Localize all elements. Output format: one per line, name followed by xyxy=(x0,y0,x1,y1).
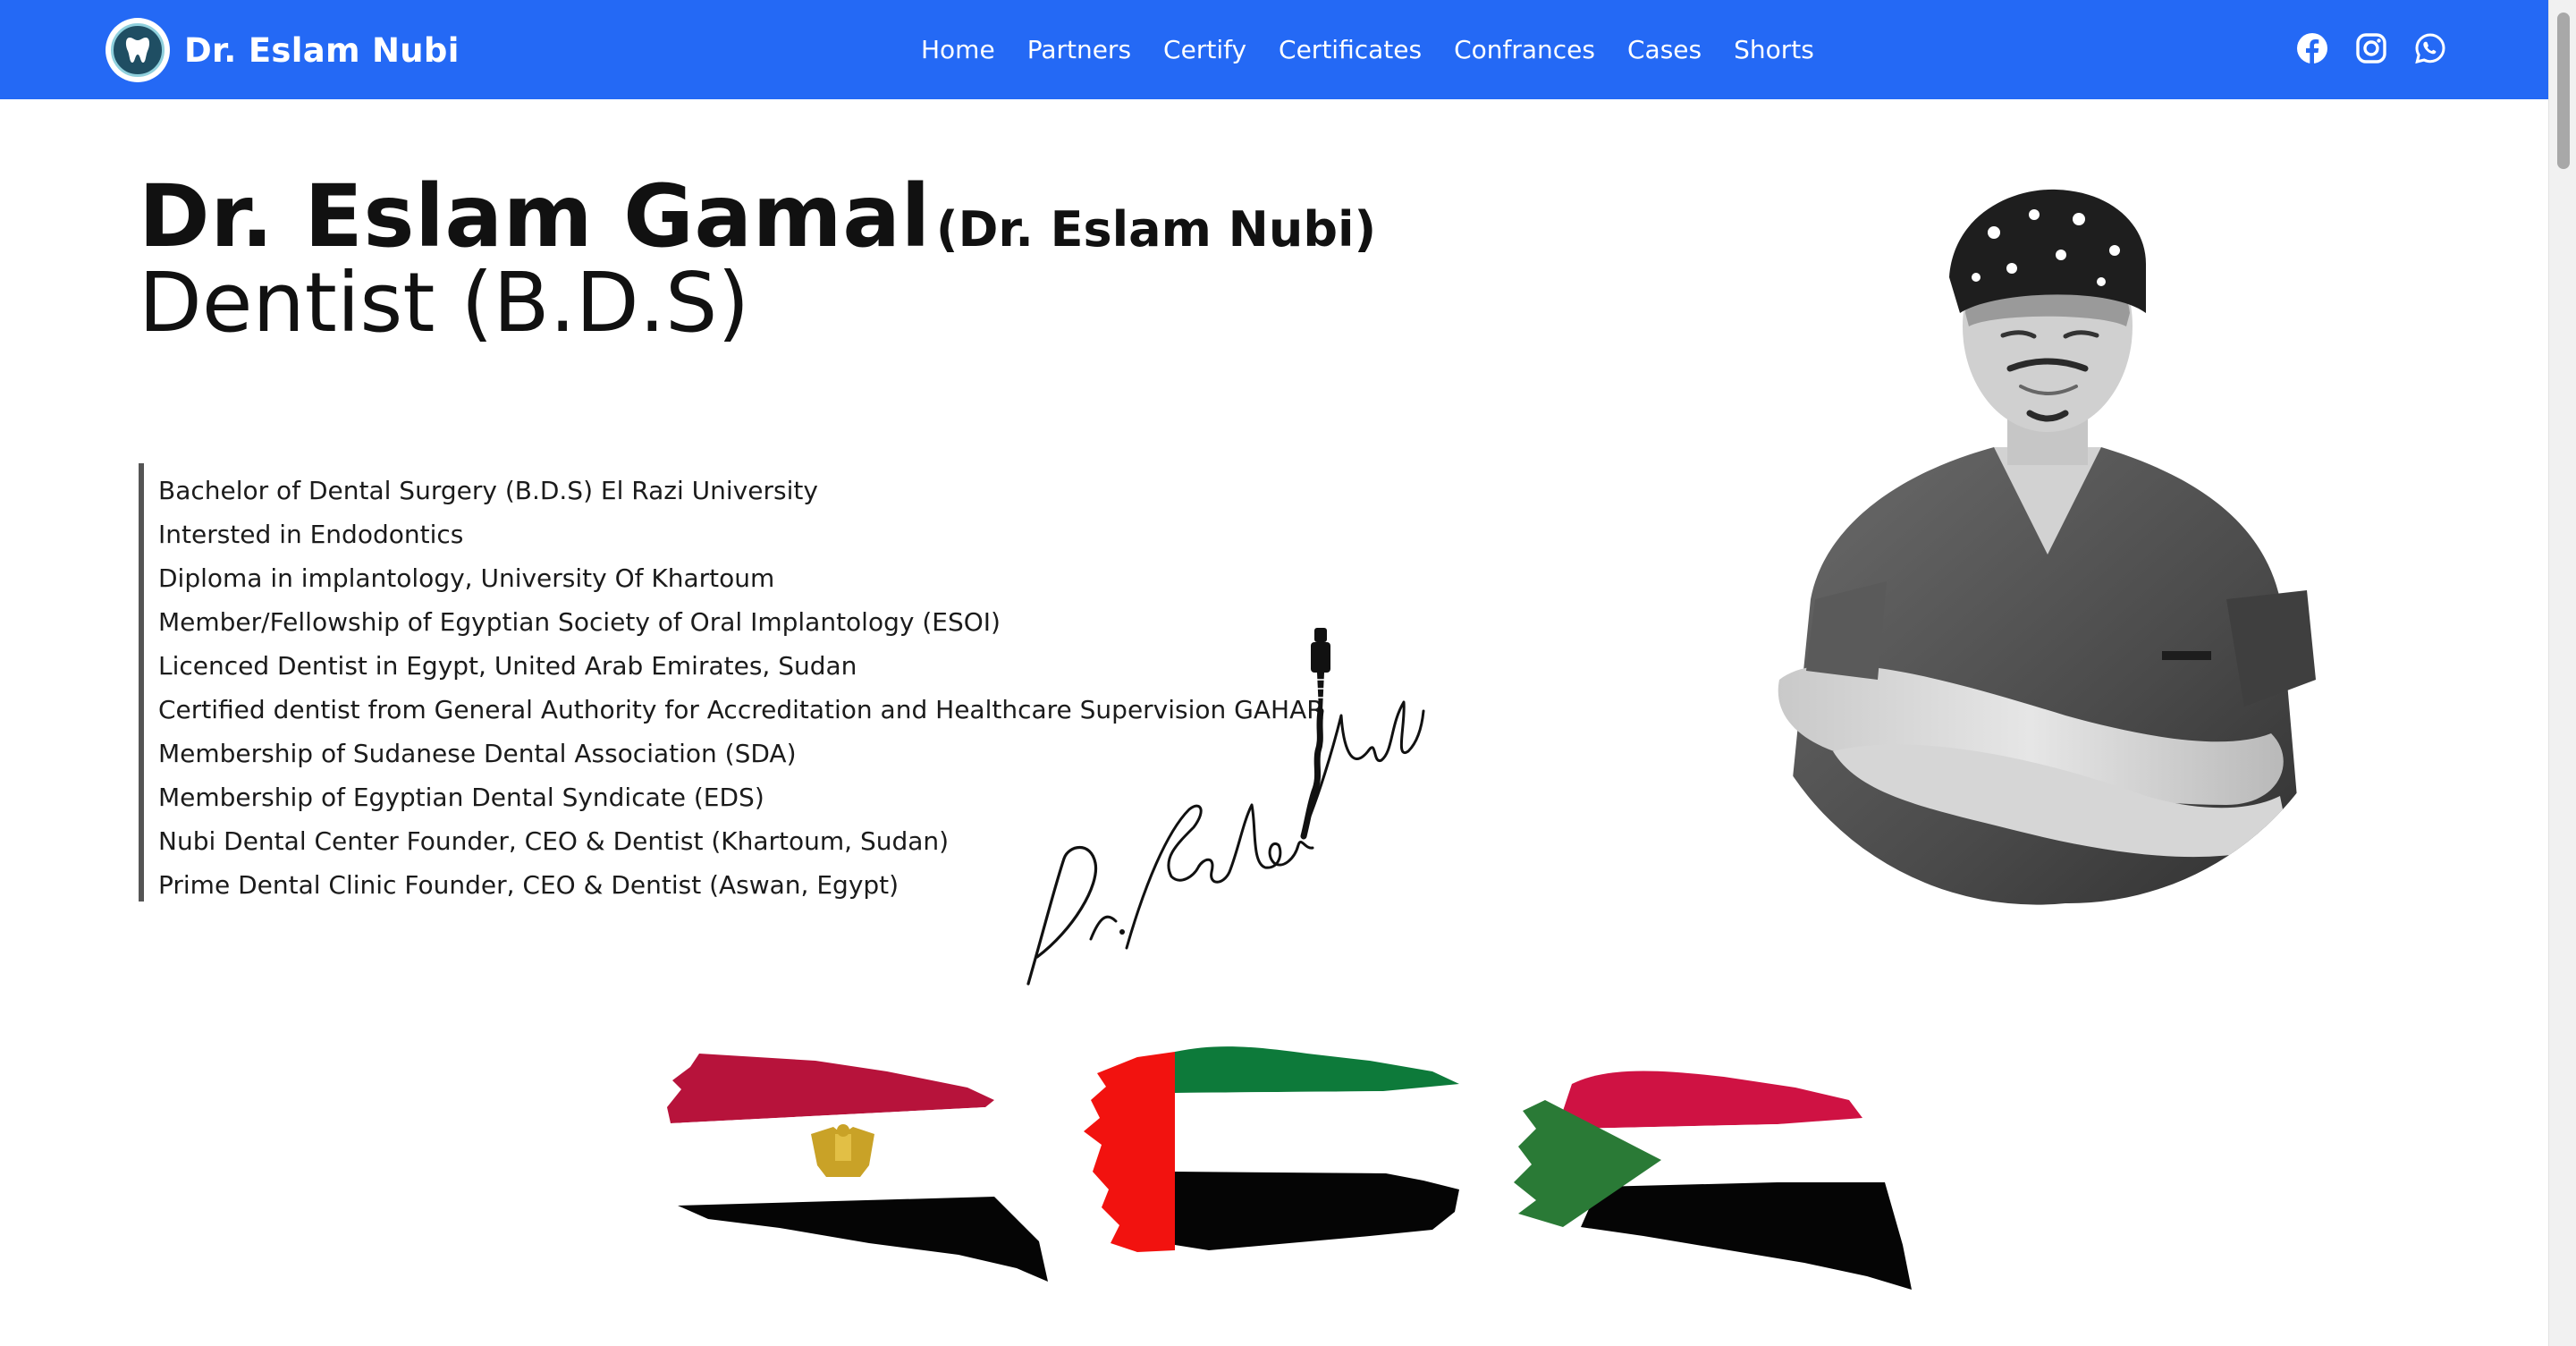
brand-link[interactable]: Dr. Eslam Nubi xyxy=(106,17,460,83)
endo-file-icon xyxy=(1300,628,1330,840)
hero-title: Dr. Eslam Gamal (Dr. Eslam Nubi) xyxy=(139,166,1376,267)
instagram-icon[interactable] xyxy=(2355,32,2387,64)
nav-link-shorts[interactable]: Shorts xyxy=(1734,35,1814,64)
nav-links: Home Partners Certify Certificates Confr… xyxy=(921,0,1814,99)
page-scrollbar[interactable] xyxy=(2548,0,2576,1346)
eagle-emblem-icon xyxy=(811,1124,874,1177)
brand-name: Dr. Eslam Nubi xyxy=(184,30,460,70)
scrollbar-thumb[interactable] xyxy=(2557,13,2570,169)
sudan-flag xyxy=(1514,1071,1912,1290)
page: Dr. Eslam Nubi Home Partners Certify Cer… xyxy=(0,0,2576,1346)
tooth-logo-icon xyxy=(106,18,170,82)
facebook-icon[interactable] xyxy=(2296,32,2328,64)
social-links xyxy=(2296,29,2446,68)
whatsapp-icon[interactable] xyxy=(2414,32,2446,64)
signature-image xyxy=(1026,628,1425,986)
nav-link-home[interactable]: Home xyxy=(921,35,995,64)
nav-link-cases[interactable]: Cases xyxy=(1627,35,1702,64)
bio-item: Diploma in implantology, University Of K… xyxy=(158,563,775,593)
doctor-title: Dentist (B.D.S) xyxy=(139,255,750,351)
doctor-portrait-image xyxy=(1778,189,2316,905)
bio-item: Intersted in Endodontics xyxy=(158,520,464,549)
nav-link-partners[interactable]: Partners xyxy=(1027,35,1131,64)
egypt-flag xyxy=(667,1054,1048,1282)
nav-link-certificates[interactable]: Certificates xyxy=(1279,35,1422,64)
navbar: Dr. Eslam Nubi Home Partners Certify Cer… xyxy=(0,0,2548,99)
nav-link-confrances[interactable]: Confrances xyxy=(1454,35,1595,64)
uae-flag xyxy=(1084,1046,1459,1252)
doctor-name: Dr. Eslam Gamal xyxy=(139,166,931,267)
bio-item: Bachelor of Dental Surgery (B.D.S) El Ra… xyxy=(158,476,818,505)
nav-link-certify[interactable]: Certify xyxy=(1163,35,1246,64)
doctor-alt-name: (Dr. Eslam Nubi) xyxy=(935,201,1377,258)
